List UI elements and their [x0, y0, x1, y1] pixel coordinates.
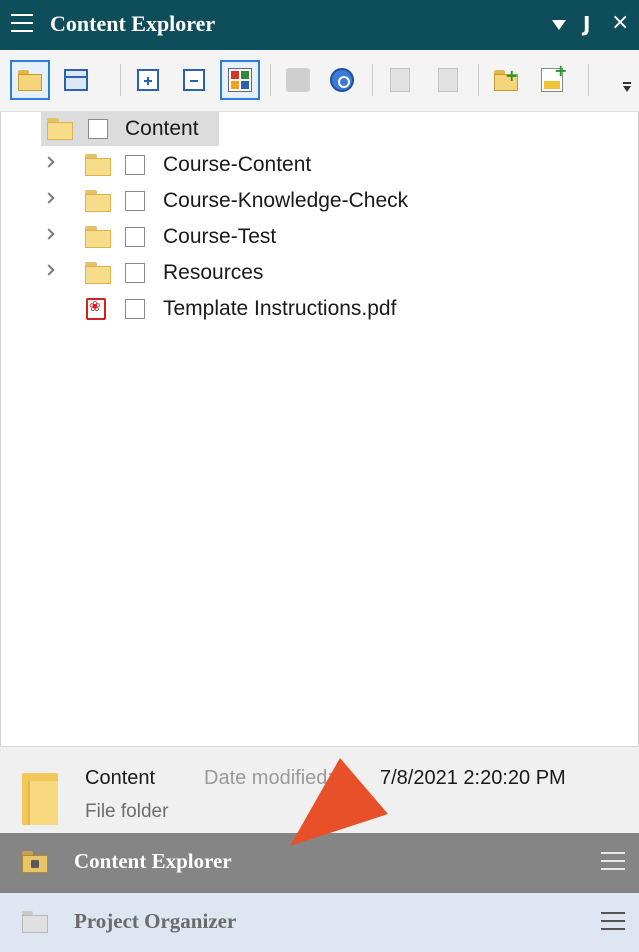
- toolbar-separator: [270, 64, 271, 96]
- folder-icon: [85, 190, 111, 212]
- chevron-right-icon[interactable]: [43, 228, 55, 240]
- bind-icon: [286, 68, 310, 92]
- chevron-right-icon[interactable]: [43, 192, 55, 204]
- collapse-all-button[interactable]: [174, 60, 214, 100]
- preview-button[interactable]: [428, 60, 468, 100]
- pane-project-organizer[interactable]: Project Organizer: [0, 893, 639, 952]
- color-tiles-button[interactable]: [220, 60, 260, 100]
- folder-open-icon: [47, 118, 73, 140]
- expand-all-button[interactable]: [128, 60, 168, 100]
- color-tiles-icon: [228, 68, 252, 92]
- caret-down-icon[interactable]: [552, 20, 566, 30]
- toolbar-separator: [120, 64, 121, 96]
- folder-view-icon: [17, 68, 43, 92]
- tree-item-resources[interactable]: Resources: [1, 256, 601, 290]
- checkbox[interactable]: [125, 299, 145, 319]
- hamburger-icon[interactable]: [11, 14, 33, 34]
- details-type: File folder: [85, 801, 169, 822]
- new-document-icon: +: [541, 61, 567, 92]
- toolbar-separator: [478, 64, 479, 96]
- folder-icon: [85, 262, 111, 284]
- pin-icon[interactable]: J: [583, 12, 590, 36]
- pdf-icon: [86, 298, 106, 320]
- tree-item-course-knowledge-check[interactable]: Course-Knowledge-Check: [1, 184, 601, 218]
- document-icon: [390, 68, 410, 92]
- sync-button[interactable]: [322, 60, 362, 100]
- folder-view-button[interactable]: [10, 60, 50, 100]
- new-folder-icon: +: [493, 66, 519, 92]
- tree-item-label: Template Instructions.pdf: [163, 297, 397, 320]
- toolbar: + +: [0, 50, 639, 134]
- details-date-value: 7/8/2021 2:20:20 PM: [380, 767, 566, 789]
- new-folder-button[interactable]: +: [486, 60, 526, 100]
- details-panel: Content Date modified: 7/8/2021 2:20:20 …: [0, 746, 639, 833]
- title-bar: Content Explorer J ×: [0, 0, 639, 50]
- checkbox[interactable]: [125, 191, 145, 211]
- pane-label: Content Explorer: [74, 849, 232, 873]
- tree-item-label: Resources: [163, 261, 264, 284]
- checkbox[interactable]: [125, 155, 145, 175]
- close-icon[interactable]: ×: [611, 10, 629, 35]
- toolbar-separator: [372, 64, 373, 96]
- grid-view-button[interactable]: [56, 60, 96, 100]
- tree-item-label: Content: [125, 117, 199, 140]
- grid-view-icon: [64, 69, 88, 91]
- pane-content-explorer[interactable]: Content Explorer: [0, 833, 639, 893]
- tree-item-label: Course-Content: [163, 153, 312, 176]
- new-document-button[interactable]: +: [532, 60, 572, 100]
- bind-button[interactable]: [278, 60, 318, 100]
- content-explorer-icon: [22, 851, 48, 873]
- expand-all-icon: [137, 69, 159, 91]
- chevron-right-icon[interactable]: [43, 264, 55, 276]
- folder-icon: [85, 226, 111, 248]
- pane-label: Project Organizer: [74, 909, 237, 933]
- chevron-right-icon[interactable]: [43, 156, 55, 168]
- tree-item-template-instructions[interactable]: Template Instructions.pdf: [1, 292, 601, 326]
- folder-icon: [22, 773, 58, 825]
- project-organizer-icon: [22, 911, 48, 933]
- checkbox[interactable]: [125, 227, 145, 247]
- checkbox[interactable]: [125, 263, 145, 283]
- folder-icon: [85, 154, 111, 176]
- content-tree: Content Course-Content Course-Knowledge-…: [0, 112, 639, 746]
- details-date-label: Date modified:: [204, 767, 333, 789]
- hamburger-icon[interactable]: [601, 852, 625, 872]
- toolbar-separator: [588, 64, 589, 96]
- tree-item-label: Course-Knowledge-Check: [163, 189, 409, 212]
- sync-icon: [330, 68, 354, 92]
- tree-root-content[interactable]: Content: [1, 112, 601, 146]
- tree-item-course-test[interactable]: Course-Test: [1, 220, 601, 254]
- collapse-all-icon: [183, 69, 205, 91]
- document-button[interactable]: [380, 60, 420, 100]
- hamburger-icon[interactable]: [601, 912, 625, 932]
- toolbar-overflow-icon[interactable]: [623, 82, 631, 92]
- checkbox[interactable]: [88, 119, 108, 139]
- preview-icon: [438, 68, 458, 92]
- tree-item-course-content[interactable]: Course-Content: [1, 148, 601, 182]
- details-name: Content: [85, 767, 156, 789]
- window-title: Content Explorer: [50, 11, 216, 36]
- tree-item-label: Course-Test: [163, 225, 277, 248]
